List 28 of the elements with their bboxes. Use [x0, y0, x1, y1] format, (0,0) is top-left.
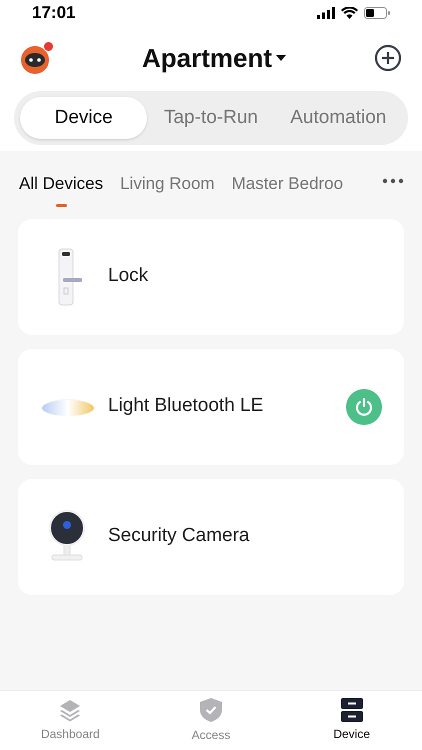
home-title[interactable]: Apartment — [142, 38, 272, 78]
wifi-icon — [341, 6, 358, 18]
robot-avatar-icon[interactable] — [20, 45, 50, 75]
room-tab[interactable]: Living Room — [120, 171, 215, 206]
layers-icon — [58, 698, 82, 722]
nav-tab[interactable]: Access — [140, 691, 282, 750]
device-card[interactable]: Light Bluetooth LE — [18, 348, 404, 464]
status-time: 17:01 — [32, 2, 76, 24]
segment-tab[interactable]: Tap-to-Run — [147, 97, 275, 139]
more-icon[interactable] — [382, 178, 404, 184]
device-cabinet-icon — [340, 698, 363, 722]
room-tab[interactable]: All Devices — [19, 171, 104, 206]
segment-tab[interactable]: Automation — [274, 97, 402, 139]
add-icon[interactable] — [374, 44, 402, 72]
battery-icon — [364, 6, 390, 18]
nav-tab[interactable]: Dashboard — [0, 691, 141, 750]
device-name: Light Bluetooth LE — [108, 394, 264, 418]
signal-icon — [317, 6, 335, 18]
nav-tab[interactable]: Device — [281, 691, 422, 750]
caret-down-icon[interactable] — [276, 55, 286, 61]
shield-check-icon — [199, 697, 223, 723]
device-card[interactable]: Lock — [18, 218, 404, 334]
power-icon — [354, 396, 374, 416]
device-name: Lock — [108, 264, 148, 288]
room-tab[interactable]: Master Bedroo — [232, 171, 344, 206]
device-card[interactable]: Security Camera — [18, 478, 404, 594]
segment-tab[interactable]: Device — [20, 97, 148, 139]
device-name: Security Camera — [108, 524, 250, 548]
